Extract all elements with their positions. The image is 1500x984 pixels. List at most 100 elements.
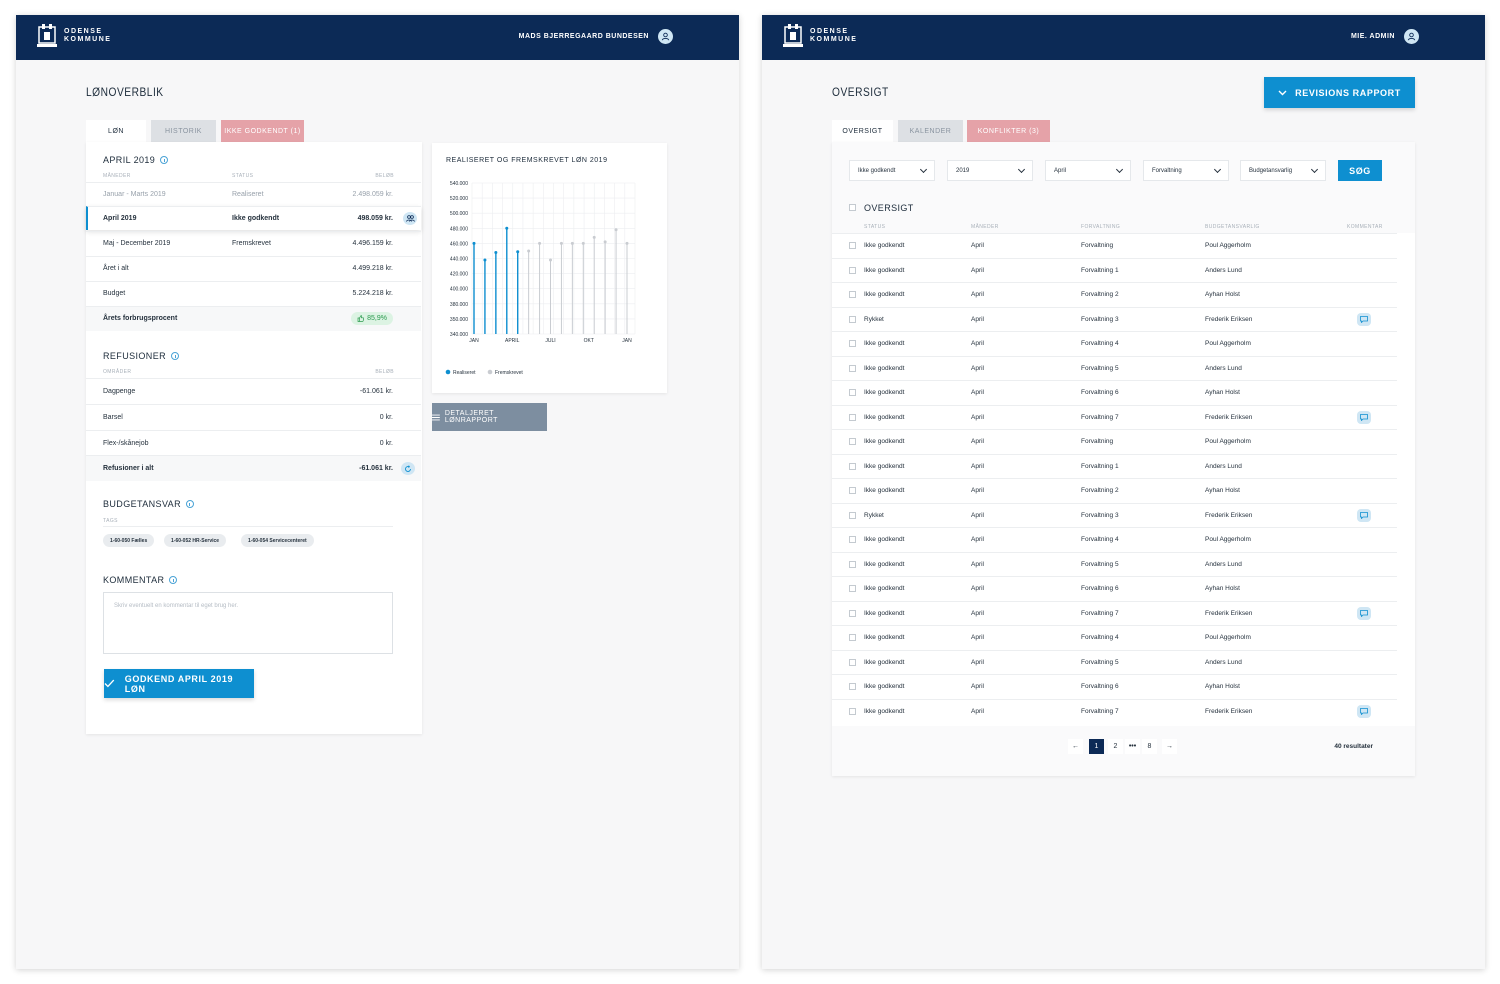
page-button[interactable]: 8: [1142, 739, 1157, 754]
row-checkbox[interactable]: [849, 242, 856, 249]
table-row[interactable]: Ikke godkendt April Forvaltning 6 Ayhan Hol…: [832, 380, 1397, 405]
row-checkbox[interactable]: [849, 266, 856, 274]
table-row[interactable]: Rykket April Forvaltning 3 Frederik Eriksen: [832, 502, 1397, 528]
year-filter[interactable]: 2019: [947, 160, 1033, 181]
row-checkbox[interactable]: [849, 511, 856, 519]
table-row[interactable]: Ikke godkendt April Forvaltning 5 Anders Lu…: [832, 551, 1397, 577]
user-menu[interactable]: MADS BJERREGAARD BUNDESEN: [519, 29, 673, 44]
budget-owner-filter[interactable]: Budgetansvarlig: [1240, 160, 1326, 181]
table-row[interactable]: Rykket April Forvaltning 3 Frederik Eriksen: [832, 306, 1397, 332]
select-all-checkbox[interactable]: [849, 204, 856, 211]
table-row[interactable]: Ikke godkendt April Forvaltning 4 Poul Agge…: [832, 331, 1397, 356]
table-row[interactable]: Ikke godkendt April Forvaltning 2 Ayhan Hol…: [832, 478, 1397, 503]
table-row[interactable]: Ikke godkendt April Forvaltning 2 Ayhan Hol…: [832, 282, 1397, 307]
salary-row[interactable]: Året i alt 4.499.218 kr.: [86, 256, 421, 280]
info-icon[interactable]: [171, 352, 180, 360]
table-row[interactable]: Ikke godkendt April Forvaltning 5 Anders Lu…: [832, 355, 1397, 381]
odense-kommune-logo[interactable]: ODENSE KOMMUNE: [36, 23, 111, 49]
info-icon[interactable]: [169, 576, 178, 584]
row-status: Rykket: [864, 315, 884, 323]
row-checkbox[interactable]: [849, 413, 856, 421]
x-tick-label: JULI: [545, 338, 555, 344]
row-budget-owner: Frederik Eriksen: [1205, 413, 1253, 421]
row-area: Dagpenge: [103, 388, 136, 395]
table-row[interactable]: Ikke godkendt April Forvaltning Poul Aggerh…: [832, 233, 1397, 258]
budgetansvar-title-text: BUDGETANSVAR: [103, 499, 181, 509]
point-realiseret: [472, 241, 476, 245]
tab-konflikter[interactable]: KONFLIKTER (3): [967, 120, 1050, 142]
row-checkbox[interactable]: [849, 609, 856, 617]
department-filter[interactable]: Forvaltning: [1143, 160, 1229, 181]
table-row[interactable]: Ikke godkendt April Forvaltning 7 Frederik …: [832, 698, 1397, 724]
salary-chart: 540.000 520.000 500.000 480.000 460.000 440.0…: [445, 181, 636, 376]
user-avatar-icon[interactable]: [1404, 29, 1419, 44]
table-row[interactable]: Ikke godkendt April Forvaltning 1 Anders Lu…: [832, 453, 1397, 479]
detailed-report-button[interactable]: DETALJERET LØNRAPPORT: [432, 403, 547, 431]
table-row[interactable]: Ikke godkendt April Forvaltning 7 Frederik …: [832, 404, 1397, 430]
budget-tag[interactable]: 1-60-050 Fælles: [103, 534, 155, 547]
comment-icon[interactable]: [1357, 312, 1371, 326]
row-checkbox[interactable]: [849, 462, 856, 470]
tab-kalender[interactable]: KALENDER: [898, 120, 963, 142]
tab-historik[interactable]: HISTORIK: [151, 120, 216, 142]
salary-row[interactable]: Januar - Marts 2019 Realiseret 2.498.059…: [86, 182, 421, 206]
salary-row[interactable]: Maj - December 2019 Fremskrevet 4.496.15…: [86, 231, 421, 255]
table-row[interactable]: Ikke godkendt April Forvaltning 4 Poul Agge…: [832, 527, 1397, 552]
row-checkbox[interactable]: [849, 291, 856, 298]
table-row[interactable]: Ikke godkendt April Forvaltning 7 Frederik …: [832, 600, 1397, 626]
row-checkbox[interactable]: [849, 487, 856, 494]
table-row[interactable]: Ikke godkendt April Forvaltning 6 Ayhan Hol…: [832, 576, 1397, 601]
refusion-row[interactable]: Dagpenge -61.061 kr.: [86, 378, 421, 404]
table-row[interactable]: Ikke godkendt April Forvaltning Poul Aggerh…: [832, 429, 1397, 454]
page-button[interactable]: 2: [1108, 739, 1123, 754]
comment-icon[interactable]: [1357, 704, 1371, 718]
salary-row[interactable]: Budget 5.224.218 kr.: [86, 281, 421, 305]
comment-icon[interactable]: [1357, 508, 1371, 522]
comment-icon[interactable]: [1357, 410, 1371, 424]
budget-tag[interactable]: 1-60-054 Servicecenteret: [241, 534, 314, 547]
table-row[interactable]: Ikke godkendt April Forvaltning 1 Anders Lu…: [832, 257, 1397, 283]
table-row[interactable]: Ikke godkendt April Forvaltning 4 Poul Agge…: [832, 625, 1397, 650]
prev-page-arrow-icon[interactable]: ←: [1068, 739, 1083, 754]
tab-lon[interactable]: LØN: [86, 120, 146, 142]
user-menu[interactable]: MIE. ADMIN: [1351, 29, 1419, 44]
info-icon[interactable]: [160, 156, 169, 164]
row-checkbox[interactable]: [849, 658, 856, 666]
row-checkbox[interactable]: [849, 634, 856, 641]
row-checkbox[interactable]: [849, 536, 856, 543]
users-icon[interactable]: [403, 212, 417, 225]
comment-textarea[interactable]: Skriv eventuelt en kommentar til eget br…: [103, 592, 393, 654]
row-checkbox[interactable]: [849, 340, 856, 347]
info-icon[interactable]: [185, 500, 194, 508]
comment-icon[interactable]: [1357, 606, 1371, 620]
odense-kommune-logo[interactable]: ODENSE KOMMUNE: [782, 23, 857, 49]
table-row[interactable]: Ikke godkendt April Forvaltning 6 Ayhan Hol…: [832, 674, 1397, 699]
refusion-row[interactable]: Barsel 0 kr.: [86, 404, 421, 430]
table-row[interactable]: Ikke godkendt April Forvaltning 5 Anders Lu…: [832, 649, 1397, 675]
row-checkbox[interactable]: [849, 683, 856, 690]
approve-salary-button[interactable]: GODKEND APRIL 2019 LØN: [104, 669, 254, 698]
tab-ikke-godkendt[interactable]: IKKE GODKENDT (1): [221, 120, 304, 142]
revision-report-button[interactable]: REVISIONS RAPPORT: [1264, 77, 1415, 108]
next-page-arrow-icon[interactable]: →: [1162, 739, 1177, 754]
row-checkbox[interactable]: [849, 315, 856, 323]
budget-tag[interactable]: 1-60-052 HR-Service: [164, 534, 227, 547]
row-checkbox[interactable]: [849, 585, 856, 592]
row-checkbox[interactable]: [849, 438, 856, 445]
refresh-icon[interactable]: [401, 462, 415, 475]
tab-oversigt[interactable]: OVERSIGT: [832, 120, 893, 142]
month-filter[interactable]: April: [1045, 160, 1131, 181]
status-filter[interactable]: Ikke godkendt: [849, 160, 935, 181]
user-avatar-icon[interactable]: [658, 29, 673, 44]
row-checkbox[interactable]: [849, 707, 856, 715]
brand-name: ODENSE KOMMUNE: [64, 28, 111, 44]
row-checkbox[interactable]: [849, 560, 856, 568]
page-button[interactable]: 1: [1089, 739, 1104, 754]
row-checkbox[interactable]: [849, 389, 856, 396]
refusion-row[interactable]: Flex-/skånejob 0 kr.: [86, 430, 421, 455]
row-budget-owner: Ayhan Holst: [1205, 389, 1240, 396]
row-checkbox[interactable]: [849, 364, 856, 372]
row-month: April: [971, 242, 985, 249]
search-button[interactable]: SØG: [1338, 160, 1382, 181]
salary-row-selected[interactable]: April 2019 Ikke godkendt 498.059 kr.: [86, 206, 421, 230]
